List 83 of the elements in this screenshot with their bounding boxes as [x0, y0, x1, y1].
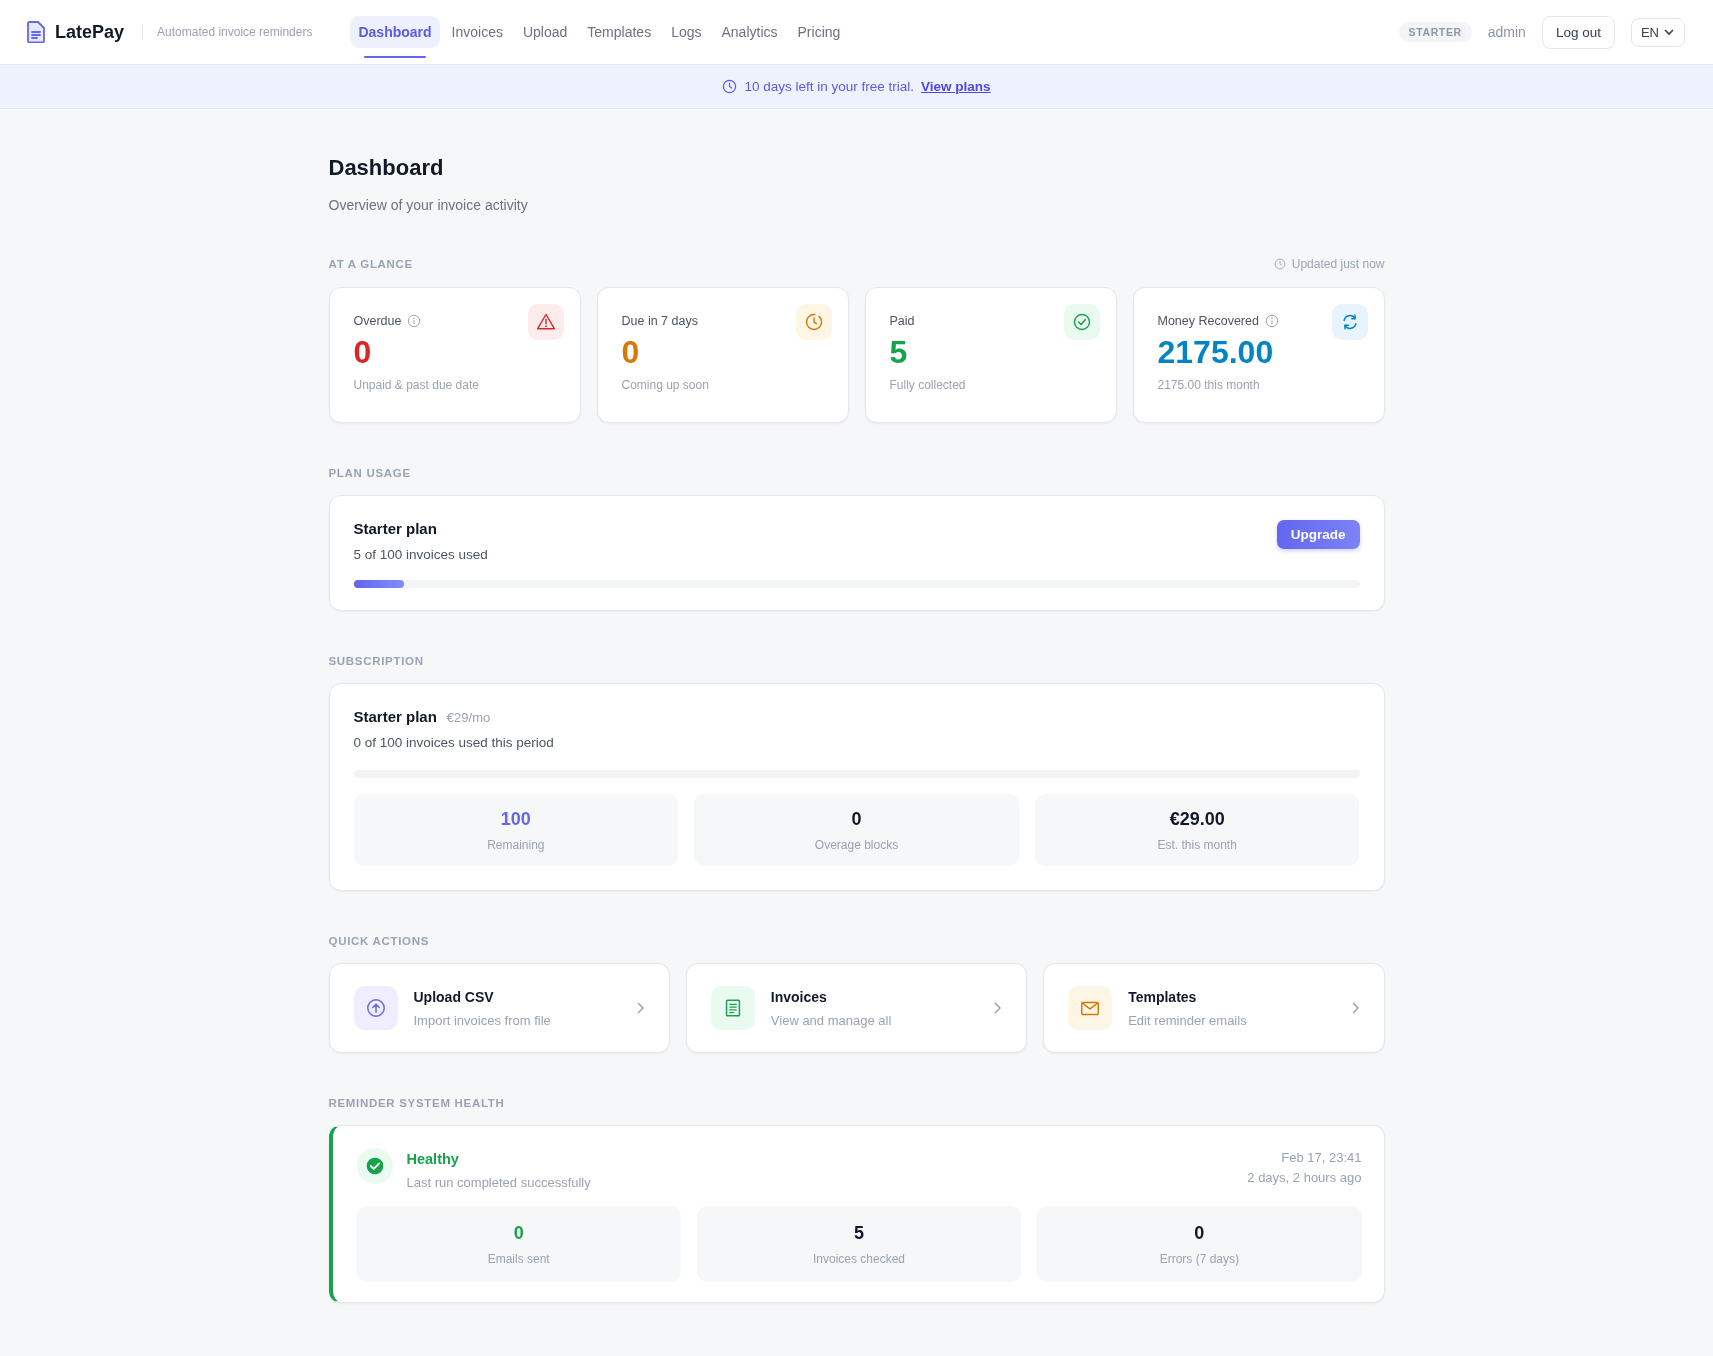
chevron-down-icon	[1663, 26, 1675, 38]
health-status: Healthy	[406, 1151, 460, 1167]
action-title: Upload CSV	[413, 988, 495, 1005]
chevron-right-icon	[1349, 1001, 1360, 1015]
plan-name: Starter plan	[353, 708, 437, 725]
health-message: Last run completed successfully	[406, 1175, 591, 1190]
stat-label: Money Recovered	[1157, 314, 1259, 328]
brand-tagline: Automated invoice reminders	[157, 25, 313, 39]
stat-value: 0	[621, 334, 641, 370]
info-icon[interactable]	[407, 314, 422, 328]
nav-tab[interactable]: Invoices	[443, 16, 511, 48]
language-select[interactable]: EN	[1630, 17, 1685, 47]
stat-label: Remaining	[487, 837, 545, 852]
stat-label: Errors (7 days)	[1159, 1251, 1239, 1266]
document-icon	[26, 21, 46, 43]
stat-label: Invoices checked	[812, 1251, 905, 1266]
plan-price: €29/mo	[446, 710, 491, 725]
chevron-right-icon	[992, 1001, 1003, 1015]
user-name: admin	[1487, 24, 1526, 40]
status-icon	[356, 1148, 393, 1184]
last-run-time: Feb 17, 23:41	[1280, 1149, 1362, 1167]
brand-name: LatePay	[55, 21, 125, 43]
stat-label: Emails sent	[487, 1251, 550, 1266]
page-subtitle: Overview of your invoice activity	[328, 197, 529, 213]
upload-icon	[353, 986, 398, 1030]
stat-value: 5	[889, 334, 909, 370]
stat-value: €29.00	[1169, 808, 1225, 830]
stat-label: Due in 7 days	[621, 314, 698, 328]
stat-value: 0	[851, 808, 862, 830]
stat-label: Overdue	[353, 314, 402, 328]
refresh-icon	[1331, 304, 1368, 340]
nav-tab[interactable]: Templates	[579, 16, 660, 48]
stat-note: Fully collected	[889, 378, 967, 392]
action-subtitle: Edit reminder emails	[1128, 1012, 1248, 1028]
envelope-icon	[1068, 986, 1113, 1030]
view-plans-link[interactable]: View plans	[921, 79, 991, 94]
section-heading: REMINDER SYSTEM HEALTH	[328, 1097, 506, 1109]
last-run-ago: 2 days, 2 hours ago	[1247, 1169, 1362, 1187]
plan-name: Starter plan	[353, 520, 438, 537]
stat-label: Overage blocks	[814, 837, 899, 852]
action-subtitle: View and manage all	[770, 1012, 893, 1028]
nav-tab[interactable]: Upload	[514, 16, 576, 48]
stat-label: Paid	[889, 314, 915, 328]
section-heading: QUICK ACTIONS	[328, 935, 431, 947]
warning-icon	[527, 304, 564, 340]
plan-badge: STARTER	[1398, 22, 1472, 42]
trial-message: 10 days left in your free trial.	[744, 79, 915, 94]
action-subtitle: Import invoices from file	[413, 1012, 552, 1028]
document-icon	[710, 986, 755, 1030]
stat-value: 0	[1194, 1222, 1205, 1244]
page-title: Dashboard	[328, 155, 445, 181]
quick-action-card[interactable]: Invoices View and manage all	[685, 963, 1028, 1053]
nav-tab[interactable]: Pricing	[789, 16, 849, 48]
stat-value: 0	[513, 1222, 524, 1244]
chevron-right-icon	[634, 1001, 645, 1015]
info-icon[interactable]	[1264, 314, 1279, 328]
nav-tab[interactable]: Dashboard	[350, 16, 440, 48]
stat-value: 2175.00	[1157, 334, 1275, 370]
stat-note: Coming up soon	[621, 378, 710, 392]
section-heading: AT A GLANCE	[328, 258, 413, 270]
quick-action-card[interactable]: Templates Edit reminder emails	[1043, 963, 1385, 1053]
action-title: Templates	[1128, 988, 1198, 1005]
nav-tab[interactable]: Logs	[663, 16, 710, 48]
clock-icon	[722, 79, 738, 94]
stat-label: Est. this month	[1157, 837, 1237, 852]
stat-note: 2175.00 this month	[1157, 378, 1261, 392]
action-title: Invoices	[770, 988, 828, 1005]
usage-text: 5 of 100 invoices used	[353, 547, 488, 562]
logout-button[interactable]: Log out	[1541, 15, 1615, 49]
section-heading: PLAN USAGE	[328, 467, 412, 479]
clock-icon	[795, 304, 832, 340]
stat-value: 5	[854, 1222, 864, 1244]
nav-tab[interactable]: Analytics	[713, 16, 786, 48]
stat-note: Unpaid & past due date	[353, 378, 480, 392]
active-tab-indicator	[364, 56, 426, 58]
stat-value: 100	[500, 808, 531, 830]
usage-text: 0 of 100 invoices used this period	[353, 735, 555, 750]
stat-value: 0	[353, 334, 373, 370]
updated-time: Updated just now	[1291, 257, 1385, 271]
section-heading: SUBSCRIPTION	[328, 655, 425, 667]
upgrade-button[interactable]: Upgrade	[1276, 520, 1360, 549]
clock-icon	[1273, 258, 1286, 270]
quick-action-card[interactable]: Upload CSV Import invoices from file	[328, 963, 670, 1053]
